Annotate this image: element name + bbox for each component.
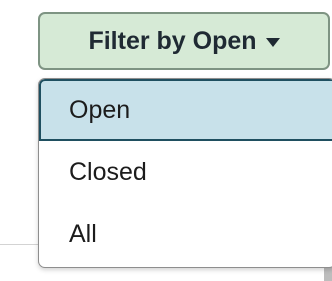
menu-item-all[interactable]: All	[39, 203, 332, 265]
menu-item-label: Open	[69, 95, 131, 124]
filter-dropdown-button[interactable]: Filter by Open	[38, 12, 330, 70]
caret-down-icon	[265, 37, 280, 47]
filter-button-label: Filter by Open	[88, 26, 257, 55]
menu-item-label: All	[69, 219, 97, 248]
menu-item-label: Closed	[69, 157, 147, 186]
menu-item-closed[interactable]: Closed	[39, 141, 332, 203]
menu-item-open[interactable]: Open	[39, 79, 332, 141]
filter-dropdown-menu: Open Closed All	[38, 78, 332, 268]
